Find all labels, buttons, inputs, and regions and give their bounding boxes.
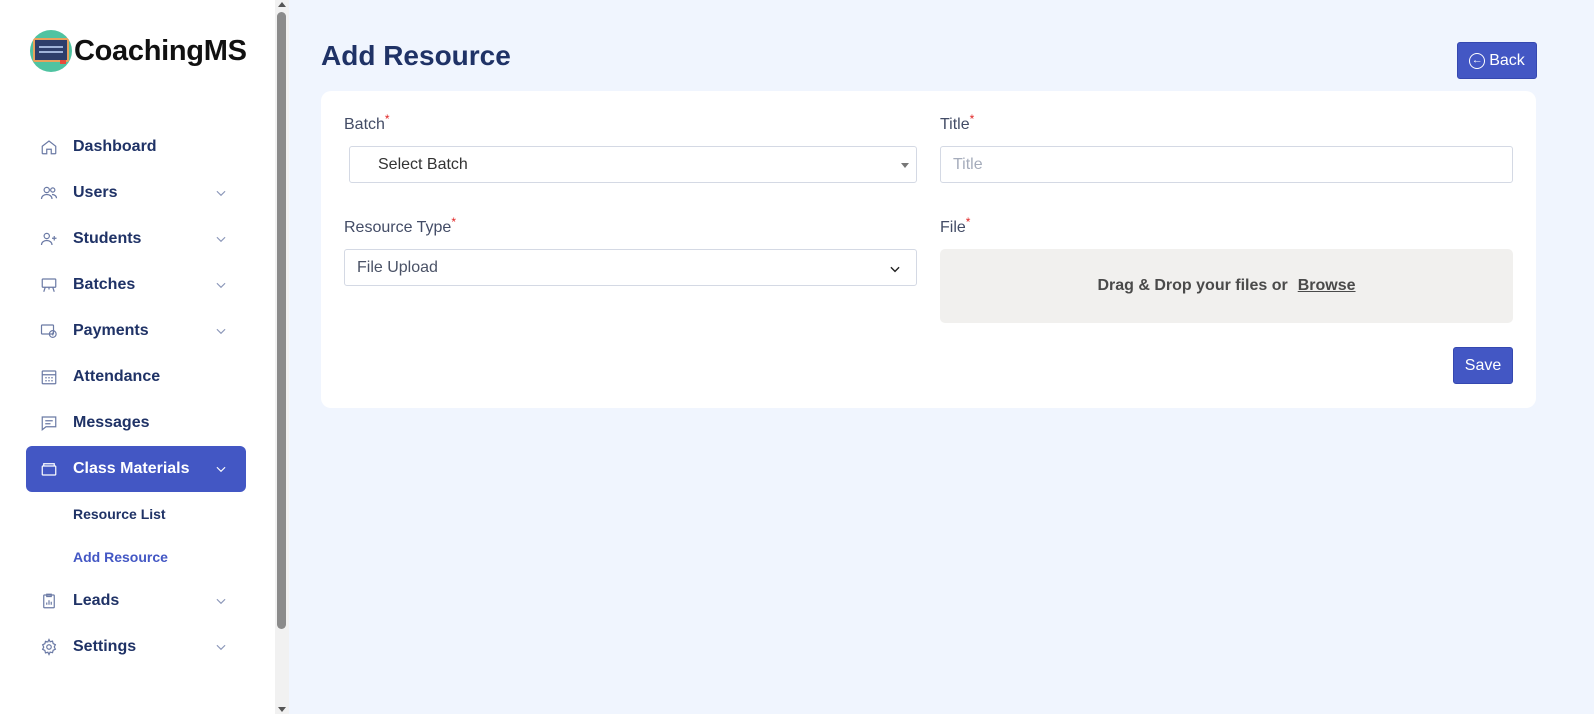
required-mark: * [969,112,975,126]
sidebar-item-label: Dashboard [73,138,157,155]
resource-type-label: Resource Type* [344,215,456,236]
home-icon [39,137,59,157]
sidebar-item-label: Users [73,184,118,201]
save-button[interactable]: Save [1453,347,1513,384]
title-label: Title* [940,112,975,133]
chevron-down-icon [214,277,228,291]
users-icon [39,183,59,203]
scroll-up-arrow-icon[interactable] [278,2,286,7]
sidebar-item-label: Batches [73,276,136,293]
sidebar-item-label: Attendance [73,368,161,385]
sidebar: CoachingMS Dashboard Users Students Batc… [0,0,279,714]
scrollbar-thumb[interactable] [277,12,286,629]
resource-type-value: File Upload [357,259,438,276]
easel-icon [39,275,59,295]
sidebar-item-label: Messages [73,414,150,431]
chevron-down-icon [214,323,228,337]
calendar-icon [39,367,59,387]
add-resource-form: Batch* Select Batch Title* Resource Type… [321,91,1536,408]
message-icon [39,413,59,433]
required-mark: * [451,215,456,229]
back-button[interactable]: ← Back [1457,42,1537,79]
sidebar-item-class-materials[interactable]: Class Materials [26,446,246,492]
page-title: Add Resource [321,40,511,71]
sidebar-item-messages[interactable]: Messages [26,400,246,446]
title-input[interactable] [940,146,1513,183]
sidebar-nav: Dashboard Users Students Batches Payment… [26,124,246,670]
sidebar-subitem-resource-list[interactable]: Resource List [26,492,246,535]
sidebar-item-payments[interactable]: Payments [26,308,246,354]
sidebar-item-settings[interactable]: Settings [26,624,246,670]
chevron-down-icon [214,639,228,653]
chevron-down-icon [214,231,228,245]
gear-icon [39,637,59,657]
brand-name: CoachingMS [74,34,247,67]
sidebar-item-attendance[interactable]: Attendance [26,354,246,400]
sidebar-item-label: Leads [73,592,120,609]
sidebar-item-label: Class Materials [73,460,190,477]
sidebar-item-label: Settings [73,638,137,655]
logo-icon [30,30,72,72]
resource-type-select[interactable]: File Upload [344,249,917,286]
sidebar-item-batches[interactable]: Batches [26,262,246,308]
payment-icon [39,321,59,341]
batch-select[interactable]: Select Batch [349,146,917,183]
sidebar-item-label: Students [73,230,142,247]
sidebar-item-label: Payments [73,322,149,339]
sidebar-item-leads[interactable]: Leads [26,578,246,624]
back-button-label: Back [1489,51,1525,69]
caret-down-icon [901,163,909,168]
clipboard-icon [39,591,59,611]
sidebar-item-students[interactable]: Students [26,216,246,262]
batch-label: Batch* [344,112,390,133]
required-mark: * [384,112,390,126]
sidebar-scrollbar[interactable] [275,0,289,714]
batch-select-value: Select Batch [378,156,468,173]
required-mark: * [965,215,971,229]
arrow-left-circle-icon: ← [1469,52,1486,69]
sidebar-item-users[interactable]: Users [26,170,246,216]
chevron-down-icon [214,461,228,475]
user-plus-icon [39,229,59,249]
briefcase-icon [39,459,59,479]
sidebar-subitem-add-resource[interactable]: Add Resource [26,535,246,578]
chevron-down-icon [214,593,228,607]
chevron-down-icon [214,185,228,199]
chevron-down-icon [888,261,902,275]
file-dropzone[interactable]: Drag & Drop your files or Browse [940,249,1513,323]
dropzone-text: Drag & Drop your files or [1097,277,1288,294]
scroll-down-arrow-icon[interactable] [278,707,286,712]
browse-link[interactable]: Browse [1298,277,1356,295]
logo[interactable]: CoachingMS [30,30,247,72]
file-label: File* [940,215,971,236]
sidebar-item-dashboard[interactable]: Dashboard [26,124,246,170]
